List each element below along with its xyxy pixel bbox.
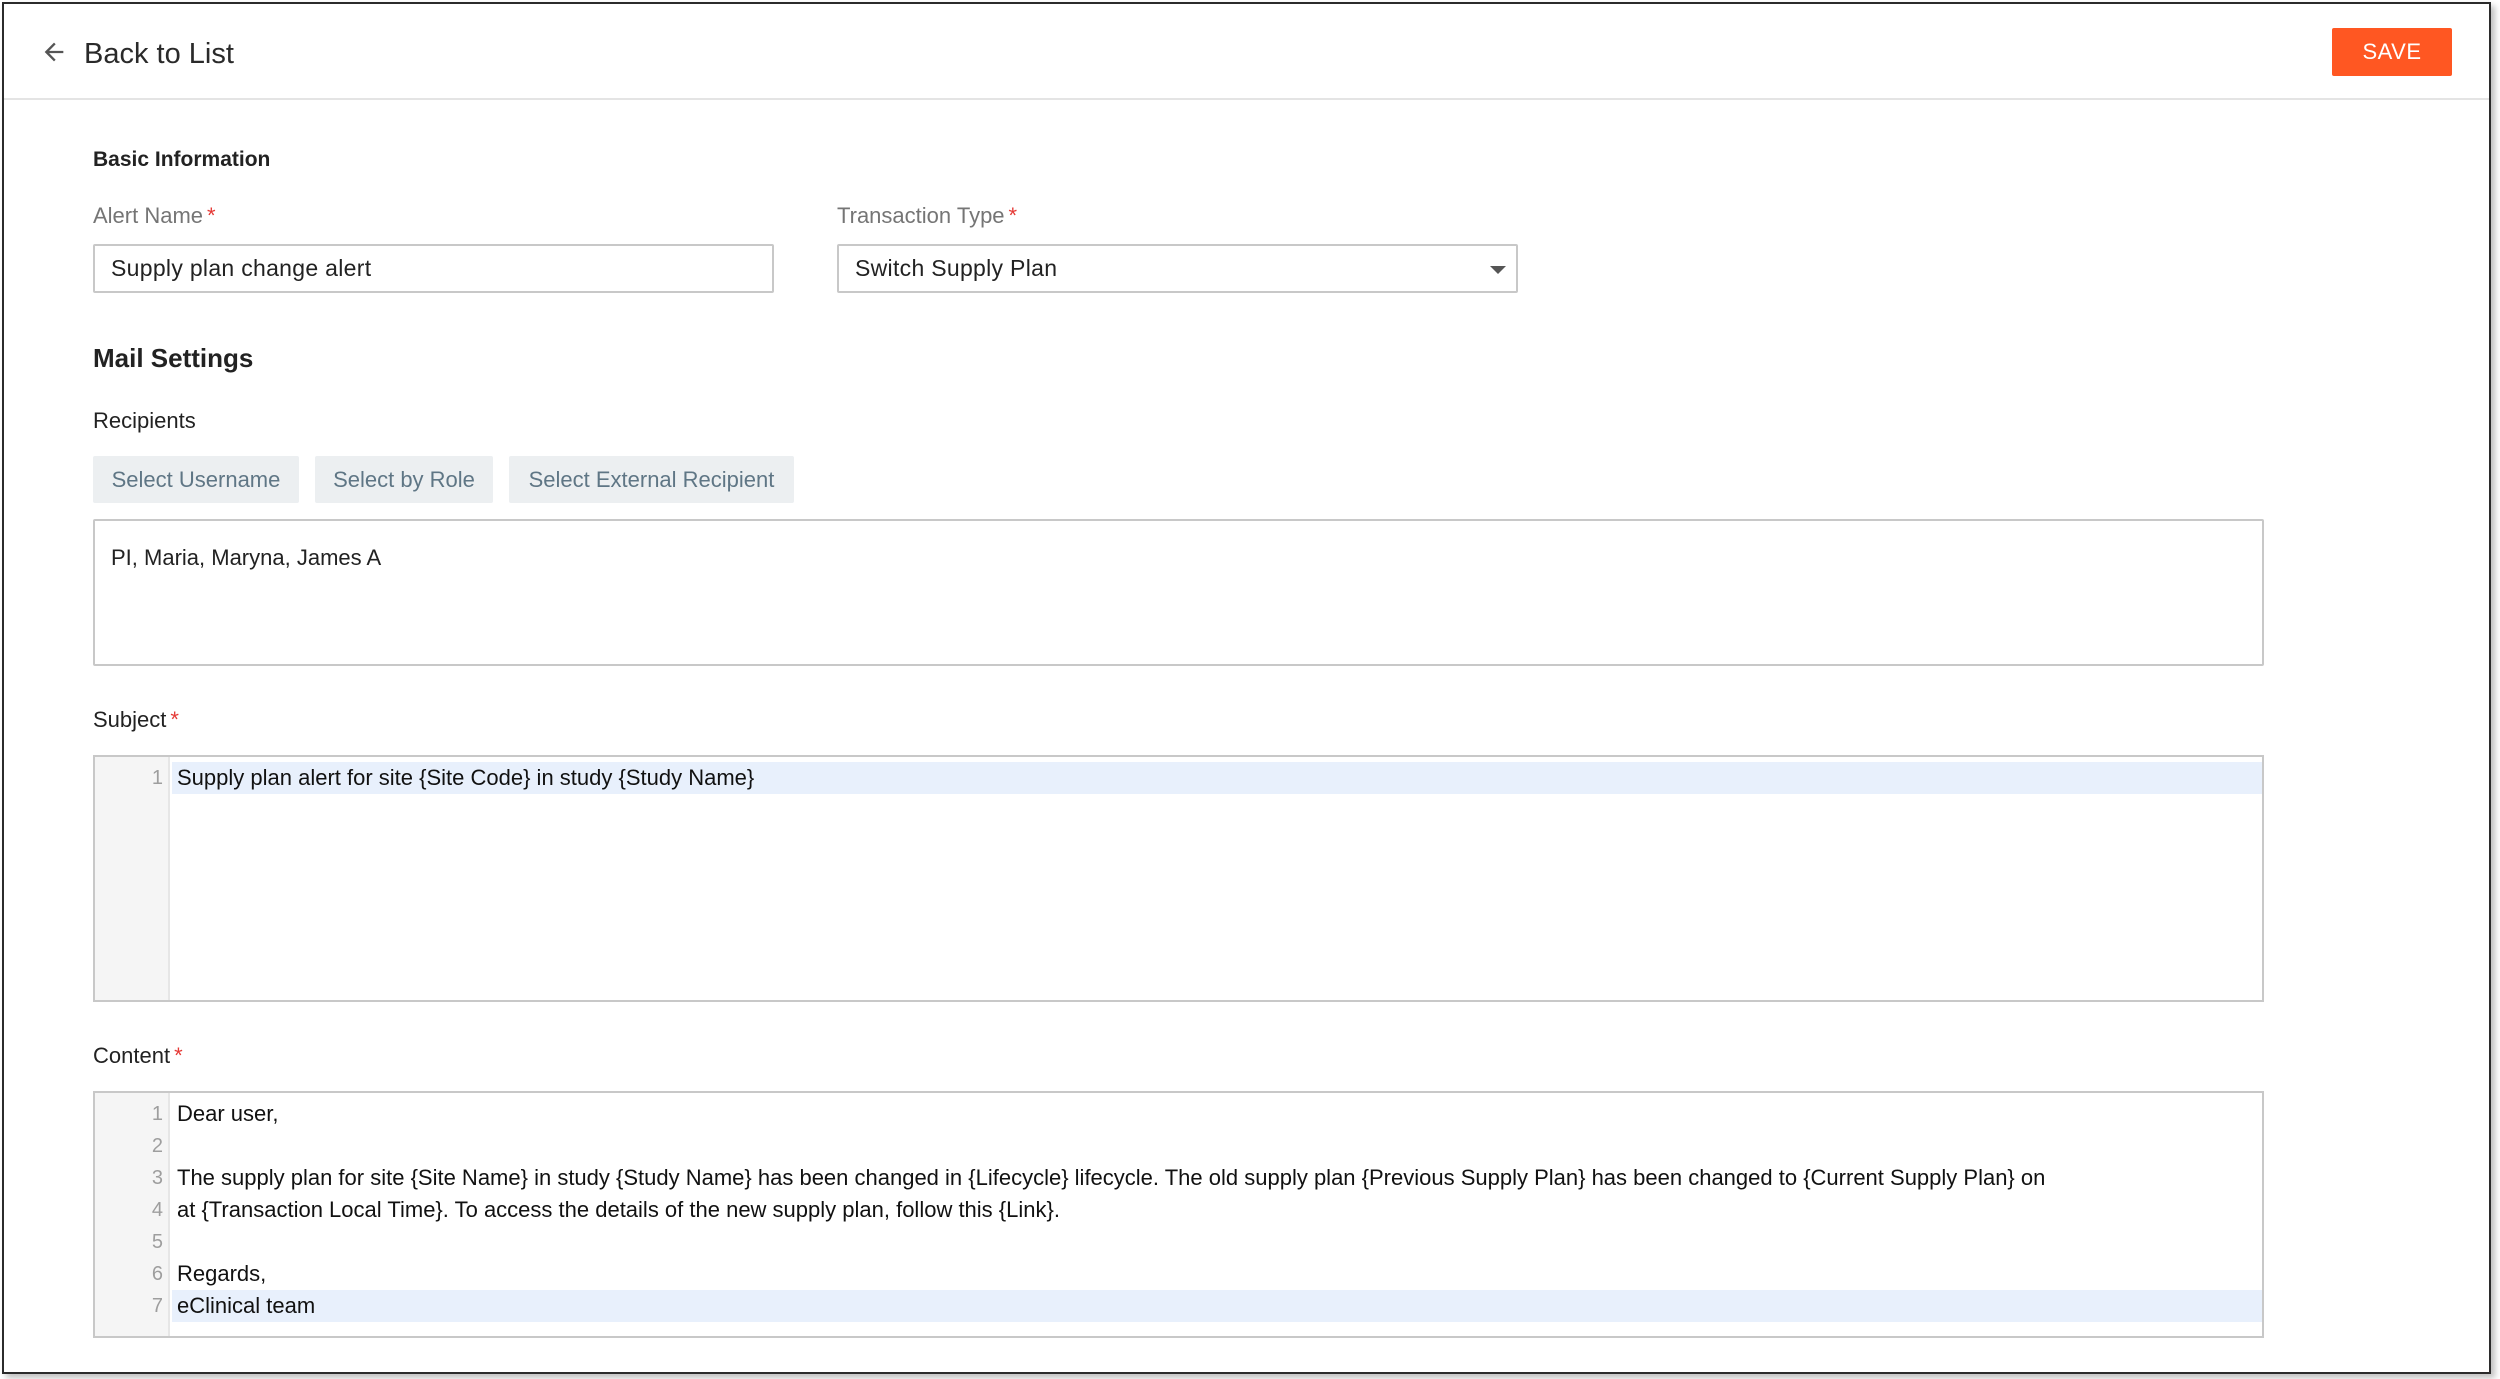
transaction-type-value: Switch Supply Plan [855, 255, 1058, 281]
line-text: Supply plan alert for site {Site Code} i… [177, 765, 755, 790]
line-number: 6 [151, 1262, 163, 1285]
select-by-role-button[interactable]: Select by Role [315, 456, 493, 503]
alert-name-input[interactable]: Supply plan change alert [93, 244, 774, 293]
active-line-highlight [172, 1290, 2262, 1322]
required-mark: * [207, 203, 216, 228]
line-number: 1 [151, 766, 163, 789]
line-text: eClinical team [177, 1293, 316, 1318]
line-text: Regards, [177, 1261, 267, 1286]
line-number: 7 [151, 1294, 163, 1317]
content-label: Content * [93, 1043, 183, 1069]
recipients-label: Recipients [93, 408, 196, 433]
line-text: at {Transaction Local Time}. To access t… [177, 1197, 1060, 1222]
subject-editor[interactable]: 1 Supply plan alert for site {Site Code}… [93, 755, 2264, 1002]
line-text: The supply plan for site {Site Name} in … [177, 1165, 2046, 1190]
top-bar: Back to List SAVE [4, 4, 2489, 100]
editor-line: 6 Regards, [95, 1258, 2262, 1290]
back-to-list-link[interactable]: Back to List [40, 34, 234, 74]
required-mark: * [170, 707, 179, 732]
transaction-type-label-text: Transaction Type [837, 203, 1005, 228]
alert-name-value: Supply plan change alert [111, 255, 372, 281]
mail-settings-title: Mail Settings [93, 343, 254, 373]
arrow-left-icon [40, 38, 68, 71]
recipients-field[interactable]: PI, Maria, Maryna, James A [93, 519, 2264, 666]
basic-information-title: Basic Information [93, 148, 271, 171]
select-external-recipient-button[interactable]: Select External Recipient [509, 456, 794, 503]
line-number: 2 [151, 1134, 163, 1157]
editor-line: 7 eClinical team [95, 1290, 2262, 1322]
line-number: 1 [151, 1102, 163, 1125]
content-editor[interactable]: 1 Dear user, 2 3 The supply plan for sit… [93, 1091, 2264, 1338]
editor-line: 1 Dear user, [95, 1098, 2262, 1130]
editor-line: 2 [95, 1130, 2262, 1162]
required-mark: * [1008, 203, 1018, 228]
subject-label-text: Subject [93, 707, 167, 732]
content-label-text: Content [93, 1043, 171, 1068]
transaction-type-label: Transaction Type * [837, 203, 1017, 229]
caret-down-icon [1490, 266, 1506, 274]
back-label: Back to List [84, 37, 234, 70]
recipients-value: PI, Maria, Maryna, James A [111, 545, 382, 570]
select-username-button[interactable]: Select Username [93, 456, 299, 503]
alert-name-label-text: Alert Name [93, 203, 204, 228]
line-number: 5 [151, 1230, 163, 1253]
editor-line: 4 at {Transaction Local Time}. To access… [95, 1194, 2262, 1226]
alert-name-label: Alert Name * [93, 203, 216, 229]
transaction-type-select[interactable]: Switch Supply Plan [837, 244, 1518, 293]
editor-line: 3 The supply plan for site {Site Name} i… [95, 1162, 2262, 1194]
subject-label: Subject * [93, 707, 179, 733]
editor-line: 5 [95, 1226, 2262, 1258]
required-mark: * [174, 1043, 183, 1068]
line-text: Dear user, [177, 1101, 279, 1126]
line-number: 4 [151, 1198, 163, 1221]
save-button[interactable]: SAVE [2332, 28, 2452, 76]
line-number: 3 [151, 1166, 163, 1189]
app-window: Back to List SAVE Basic Information Aler… [2, 2, 2491, 1374]
editor-line: 1 Supply plan alert for site {Site Code}… [95, 762, 2262, 794]
